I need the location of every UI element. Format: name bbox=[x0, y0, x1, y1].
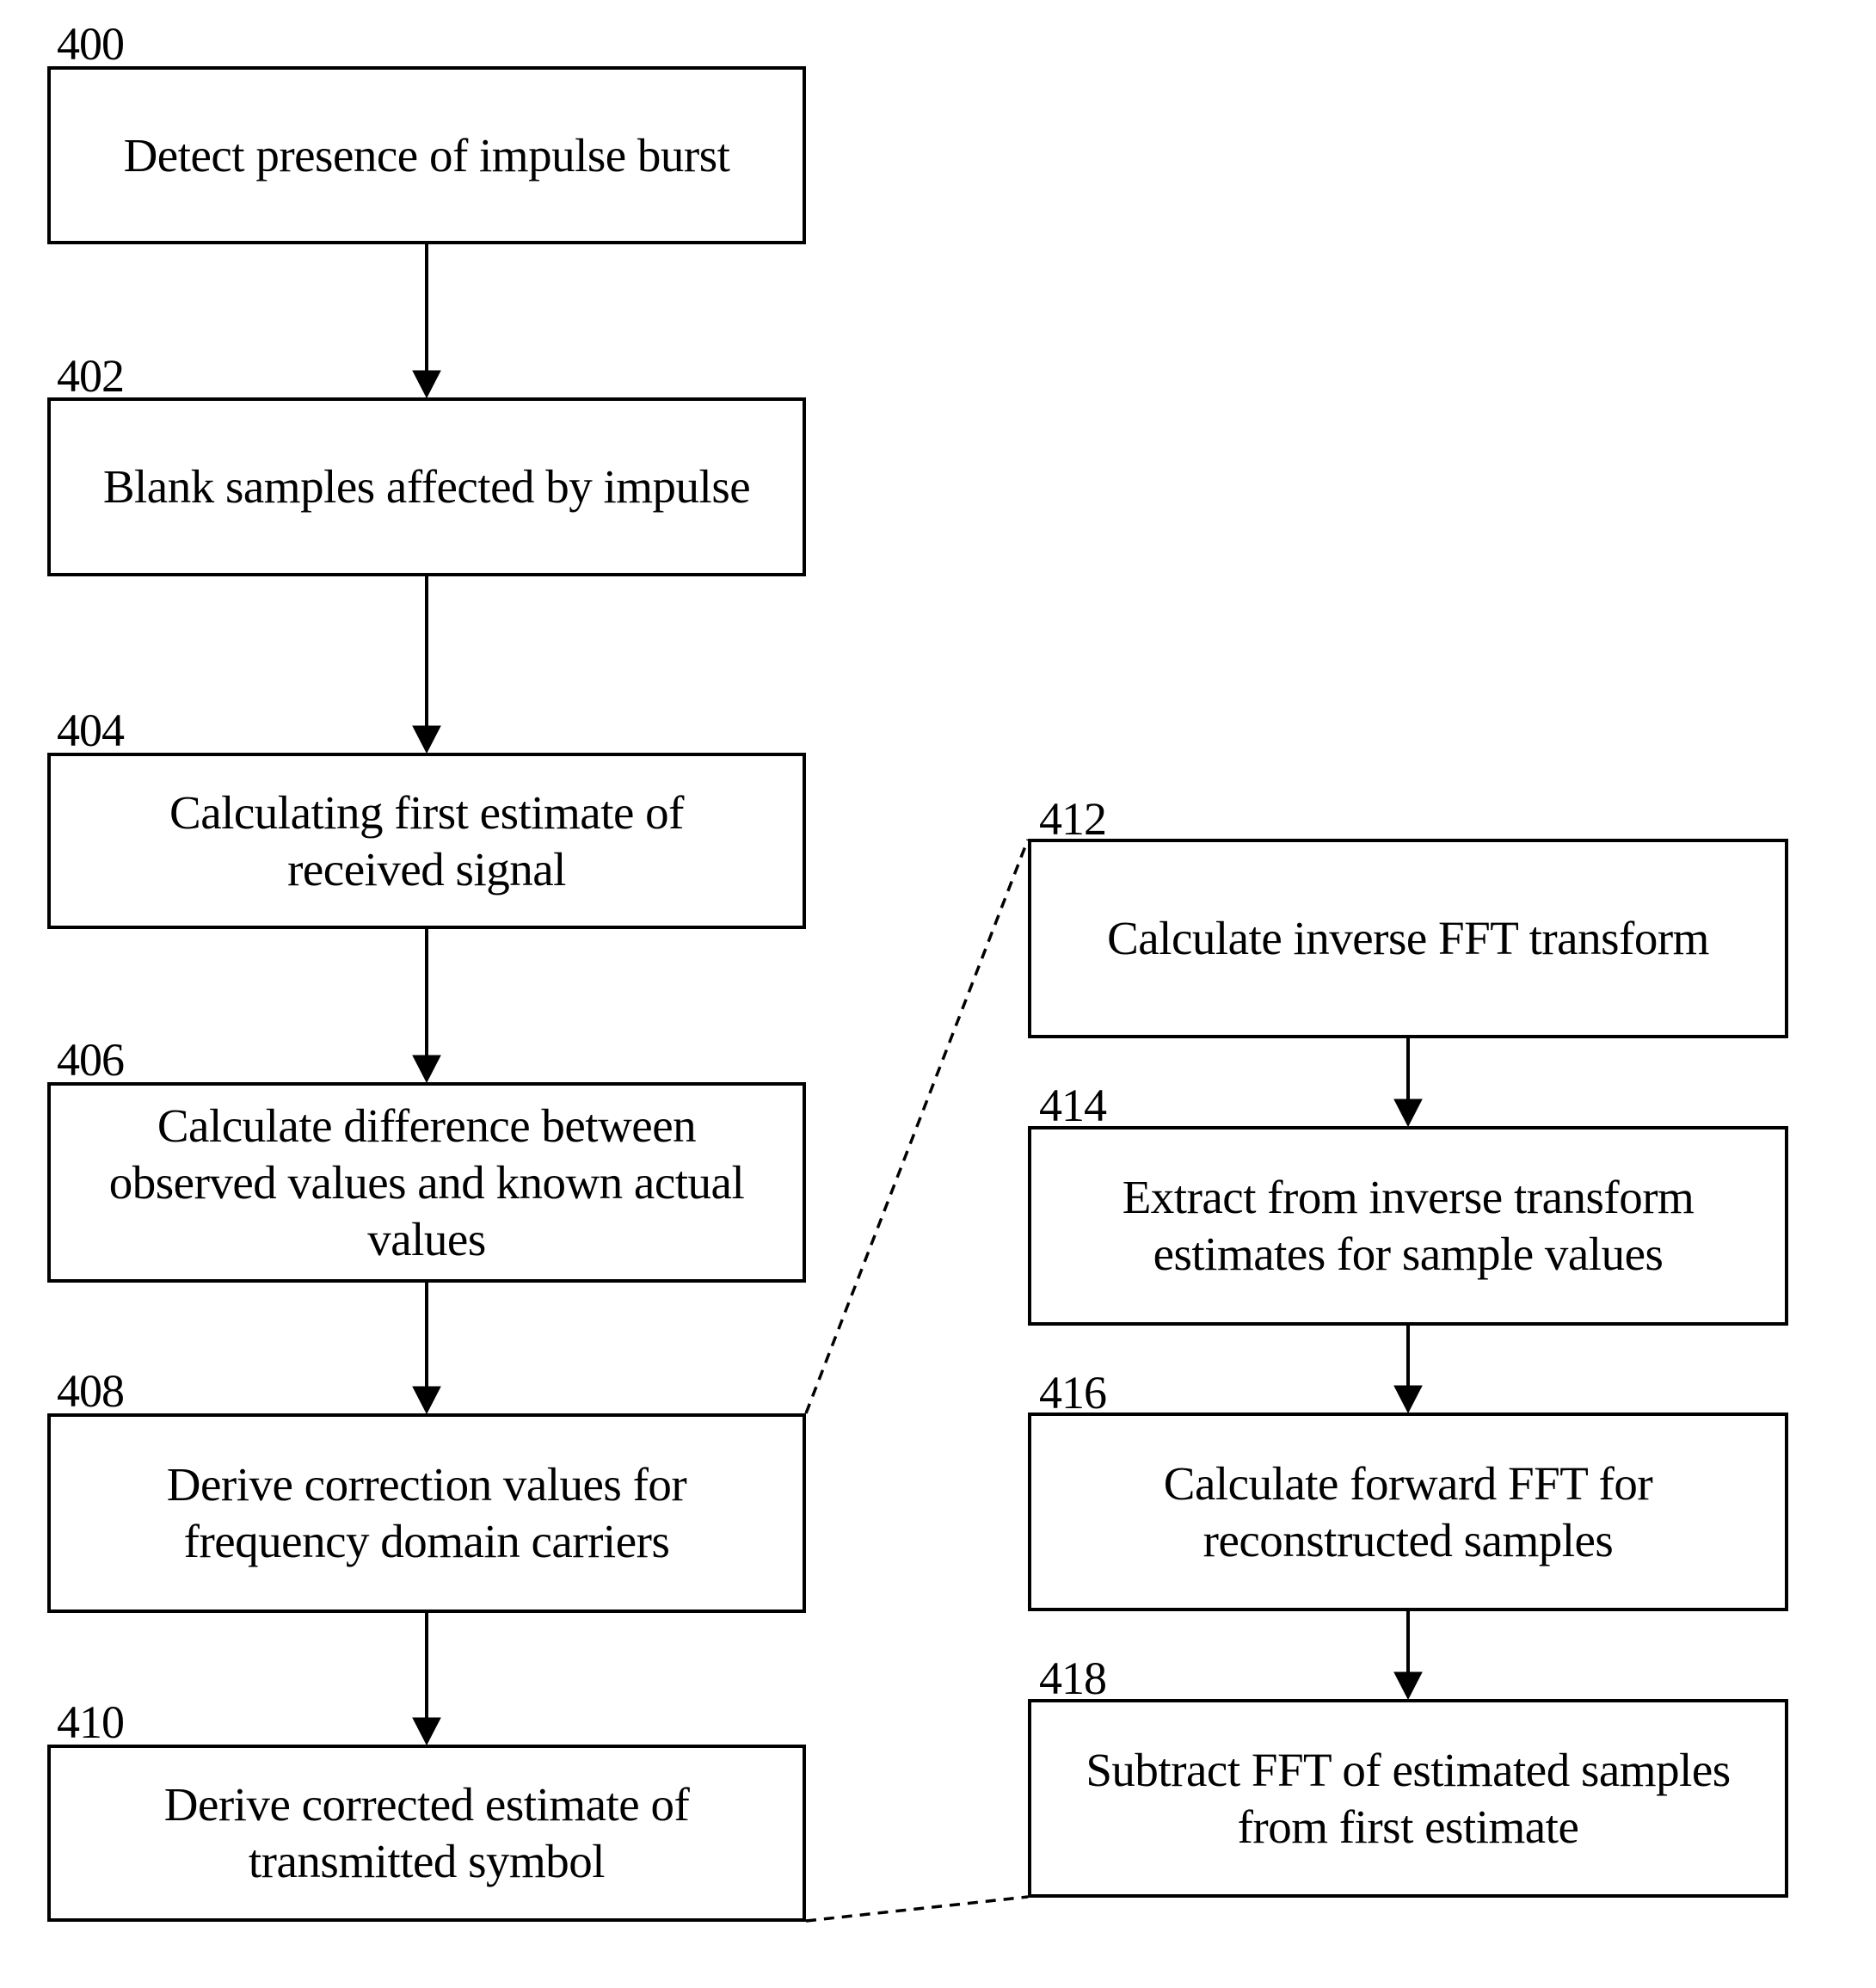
connectors bbox=[412, 244, 1423, 1923]
arrowhead-icon bbox=[1393, 1671, 1423, 1701]
expansion-dashed-line-bottom bbox=[805, 1895, 1029, 1923]
arrowhead-icon bbox=[412, 1717, 441, 1746]
arrowhead-icon bbox=[1393, 1099, 1423, 1128]
expansion-dashed-line-top bbox=[804, 839, 1030, 1414]
arrowhead-icon bbox=[412, 1055, 441, 1084]
arrowhead-icon bbox=[412, 370, 441, 399]
arrowhead-icon bbox=[1393, 1385, 1423, 1414]
arrowhead-icon bbox=[412, 1386, 441, 1415]
arrowhead-icon bbox=[412, 725, 441, 754]
